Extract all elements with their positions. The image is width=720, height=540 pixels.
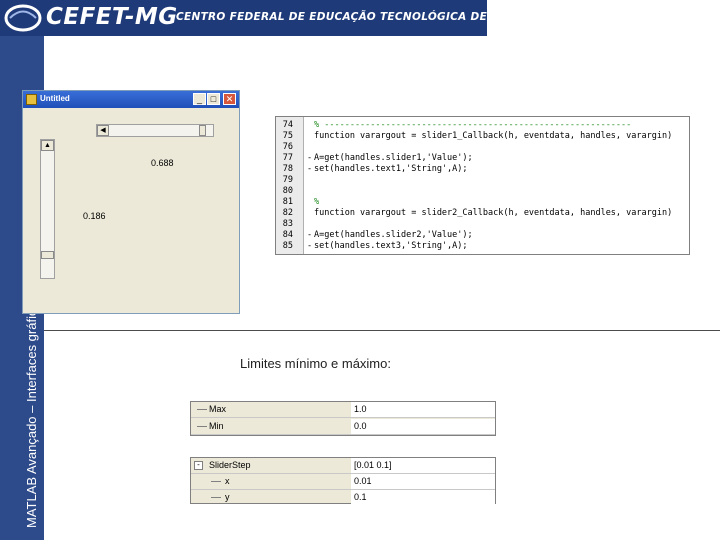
line-number: 75 <box>282 131 293 141</box>
limits-caption: Limites mínimo e máximo: <box>240 356 391 371</box>
code-line: 80 <box>276 186 689 197</box>
slider-left-arrow-icon[interactable]: ◀ <box>97 125 109 136</box>
line-number: 81 <box>282 197 293 207</box>
maximize-button[interactable]: □ <box>207 93 220 105</box>
property-value[interactable]: 0.0 <box>354 421 367 431</box>
header-banner: CEFET-MG CENTRO FEDERAL DE EDUCAÇÃO TECN… <box>0 0 487 36</box>
slider2-value-text: 0.186 <box>83 211 106 221</box>
code-line: 83 <box>276 219 689 230</box>
vertical-slider-thumb[interactable] <box>41 250 54 259</box>
code-text: A=get(handles.slider2,'Value'); <box>314 230 473 240</box>
property-name: Max <box>209 404 227 414</box>
property-value[interactable]: 1.0 <box>354 404 367 414</box>
property-row-min[interactable]: Min 0.0 <box>191 419 495 435</box>
horizontal-slider[interactable]: ◀ <box>96 124 214 137</box>
line-number: 84 <box>282 230 293 240</box>
code-text: set(handles.text3,'String',A); <box>314 241 468 251</box>
line-number: 82 <box>282 208 293 218</box>
code-line: 79 <box>276 175 689 186</box>
property-value[interactable]: 0.01 <box>354 476 372 486</box>
property-table-slider-step: - SliderStep [0.01 0.1] x 0.01 y 0.1 <box>190 457 496 506</box>
slider1-value-text: 0.688 <box>151 158 174 168</box>
code-text: set(handles.text1,'String',A); <box>314 164 468 174</box>
divider <box>44 330 720 331</box>
line-number: 77 <box>282 153 293 163</box>
minimize-button[interactable]: _ <box>193 93 206 105</box>
figure-titlebar[interactable]: Untitled _ □ ✕ <box>23 91 239 108</box>
figure-window: Untitled _ □ ✕ ◀ 0.688 ▲ 0.186 <box>22 90 240 314</box>
code-line: 76 <box>276 142 689 153</box>
property-row-slider-step[interactable]: - SliderStep [0.01 0.1] <box>191 458 495 474</box>
line-number: 83 <box>282 219 293 229</box>
code-text: function varargout = slider2_Callback(h,… <box>314 208 673 218</box>
code-line: 75 function varargout = slider1_Callback(… <box>276 131 689 142</box>
figure-title: Untitled <box>40 94 70 103</box>
property-value[interactable]: [0.01 0.1] <box>354 460 392 470</box>
breakpoint-marker[interactable]: - <box>307 241 312 251</box>
code-line: 81% <box>276 197 689 208</box>
line-number: 80 <box>282 186 293 196</box>
horizontal-slider-thumb[interactable] <box>199 125 207 136</box>
code-line: 77 - A=get(handles.slider1,'Value'); <box>276 153 689 164</box>
code-line: 85 - set(handles.text3,'String',A); <box>276 241 689 252</box>
institution-tagline: CENTRO FEDERAL DE EDUCAÇÃO TECNOLÓGICA D… <box>176 11 487 23</box>
code-line: 74 % ------------------------------------… <box>276 120 689 131</box>
line-number: 76 <box>282 142 293 152</box>
slider-up-arrow-icon[interactable]: ▲ <box>41 140 54 151</box>
code-line: 82 function varargout = slider2_Callback(… <box>276 208 689 219</box>
cefet-logo-icon <box>4 4 42 32</box>
code-text: % --------------------------------------… <box>314 120 632 130</box>
property-row-y[interactable]: y 0.1 <box>191 490 495 506</box>
breakpoint-marker[interactable]: - <box>307 153 312 163</box>
vertical-slider[interactable]: ▲ <box>40 139 55 279</box>
line-number: 85 <box>282 241 293 251</box>
code-editor: 74 % ------------------------------------… <box>275 116 690 255</box>
code-text: function varargout = slider1_Callback(h,… <box>314 131 673 141</box>
matlab-figure-icon <box>26 94 37 105</box>
code-line: 78 - set(handles.text1,'String',A); <box>276 164 689 175</box>
breakpoint-marker[interactable]: - <box>307 164 312 174</box>
property-table-limits: Max 1.0 Min 0.0 <box>190 401 496 436</box>
line-number: 74 <box>282 120 293 130</box>
property-row-x[interactable]: x 0.01 <box>191 474 495 490</box>
breakpoint-marker[interactable]: - <box>307 230 312 240</box>
property-value[interactable]: 0.1 <box>354 492 367 502</box>
collapse-icon[interactable]: - <box>194 461 203 470</box>
line-number: 78 <box>282 164 293 174</box>
property-row-max[interactable]: Max 1.0 <box>191 402 495 418</box>
property-name: x <box>225 476 230 486</box>
property-name: SliderStep <box>209 460 251 470</box>
brand-name: CEFET-MG <box>46 4 178 30</box>
close-button[interactable]: ✕ <box>223 93 236 105</box>
code-text: A=get(handles.slider1,'Value'); <box>314 153 473 163</box>
property-name: Min <box>209 421 224 431</box>
line-number: 79 <box>282 175 293 185</box>
sidebar-title: MATLAB Avançado – Interfaces gráficas <box>24 295 39 528</box>
property-name: y <box>225 492 230 502</box>
code-text: % <box>314 197 320 207</box>
code-line: 84 - A=get(handles.slider2,'Value'); <box>276 230 689 241</box>
